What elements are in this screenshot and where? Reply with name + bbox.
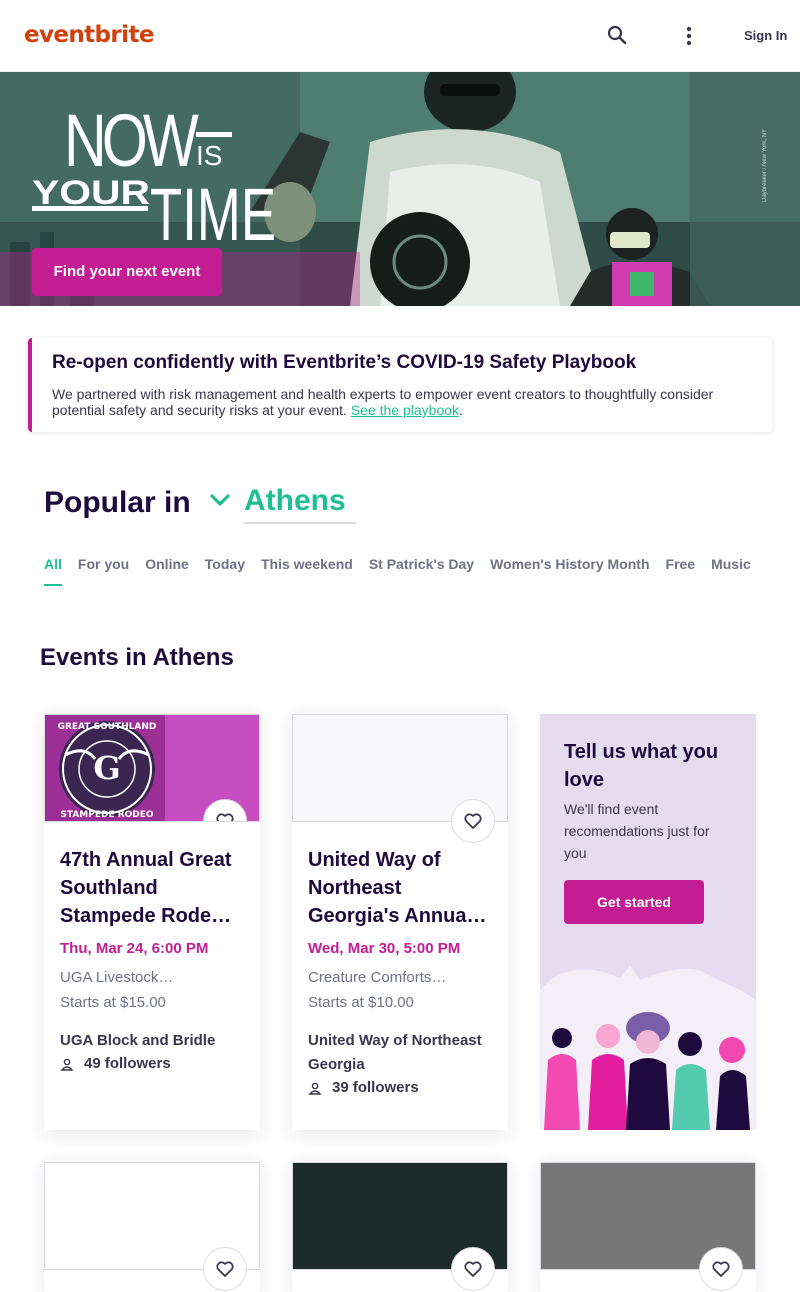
heart-icon (216, 1261, 234, 1277)
event-price: Starts at $15.00 (60, 994, 166, 1011)
chevron-down-icon[interactable] (208, 488, 232, 512)
popular-in-label: Popular in (44, 486, 191, 519)
heart-icon (464, 813, 482, 829)
tab-st-patricks-day[interactable]: St Patrick's Day (369, 556, 474, 586)
like-button[interactable] (451, 1247, 495, 1291)
event-title[interactable]: United Way of Northeast Georgia's Annua… (308, 846, 492, 930)
search-icon[interactable] (604, 22, 630, 48)
top-navigation-bar: eventbrite Sign In (0, 0, 800, 72)
event-title[interactable]: 47th Annual Great Southland Stampede Rod… (60, 846, 244, 930)
more-vertical-icon[interactable] (678, 22, 700, 50)
playbook-link[interactable]: See the playbook (351, 402, 459, 418)
hero-banner: NOW IS YOUR TIME Find your next event Da… (0, 72, 800, 306)
tab-today[interactable]: Today (205, 556, 245, 586)
event-venue: Creature Comforts… (308, 969, 447, 986)
like-button[interactable] (699, 1247, 743, 1291)
sign-in-link[interactable]: Sign In (744, 28, 787, 43)
event-organizer[interactable]: UGA Block and Bridle (60, 1029, 244, 1053)
event-date: Thu, Mar 24, 6:00 PM (60, 940, 209, 957)
photo-credit: Daybreaker / New York, NY (762, 128, 768, 202)
tab-womens-history-month[interactable]: Women's History Month (490, 556, 649, 586)
covid-safety-notice: Re-open confidently with Eventbrite’s CO… (28, 338, 772, 432)
find-next-event-button[interactable]: Find your next event (32, 248, 222, 296)
event-image[interactable]: G GREAT SOUTHLAND STAMPEDE RODEO (44, 714, 260, 822)
tab-for-you[interactable]: For you (78, 556, 129, 586)
promo-title: Tell us what you love (564, 741, 719, 791)
promo-body: We'll find event recomendations just for… (564, 801, 710, 861)
category-tabs: All For you Online Today This weekend St… (44, 556, 751, 586)
tab-this-weekend[interactable]: This weekend (261, 556, 353, 586)
user-icon (60, 1058, 74, 1071)
headline-is: IS (196, 140, 222, 171)
svg-text:GREAT SOUTHLAND: GREAT SOUTHLAND (58, 722, 157, 732)
event-organizer[interactable]: United Way of Northeast Georgia (308, 1029, 492, 1077)
tab-music[interactable]: Music (711, 556, 751, 586)
heart-icon (216, 813, 234, 821)
like-button[interactable] (203, 1247, 247, 1291)
hero-headline: NOW IS YOUR TIME (32, 102, 276, 242)
event-price: Starts at $10.00 (308, 994, 414, 1011)
svg-text:G: G (93, 749, 120, 787)
event-image[interactable] (540, 1162, 756, 1291)
heart-icon (712, 1261, 730, 1277)
followers-count: 49 followers (60, 1055, 244, 1072)
tab-free[interactable]: Free (666, 556, 696, 586)
heart-icon (464, 1261, 482, 1277)
headline-time: TIME (150, 173, 276, 242)
events-section-title: Events in Athens (40, 644, 234, 671)
headline-now: NOW (64, 102, 199, 182)
event-image[interactable] (292, 1162, 508, 1291)
notice-title: Re-open confidently with Eventbrite’s CO… (52, 352, 637, 373)
event-card[interactable] (540, 1162, 756, 1292)
eventbrite-logo[interactable]: eventbrite (24, 22, 154, 48)
event-card[interactable]: G GREAT SOUTHLAND STAMPEDE RODEO 47th An… (44, 714, 260, 1130)
user-icon (308, 1082, 322, 1095)
like-button[interactable] (451, 799, 495, 843)
event-image[interactable] (44, 1162, 260, 1291)
promo-people-illustration (540, 966, 756, 1130)
event-venue: UGA Livestock… (60, 969, 174, 986)
notice-body: We partnered with risk management and he… (52, 386, 714, 418)
personalization-promo-card: Tell us what you love We'll find event r… (540, 714, 756, 1130)
svg-text:STAMPEDE RODEO: STAMPEDE RODEO (60, 810, 154, 820)
followers-count: 39 followers (308, 1079, 492, 1096)
get-started-button[interactable]: Get started (564, 880, 704, 924)
tab-all[interactable]: All (44, 556, 62, 586)
event-card[interactable] (44, 1162, 260, 1292)
event-date: Wed, Mar 30, 5:00 PM (308, 940, 461, 957)
event-card[interactable]: United Way of Northeast Georgia's Annua…… (292, 714, 508, 1130)
location-selector[interactable]: Athens (244, 484, 356, 524)
event-card[interactable] (292, 1162, 508, 1292)
tab-online[interactable]: Online (145, 556, 189, 586)
event-image[interactable] (292, 714, 508, 843)
